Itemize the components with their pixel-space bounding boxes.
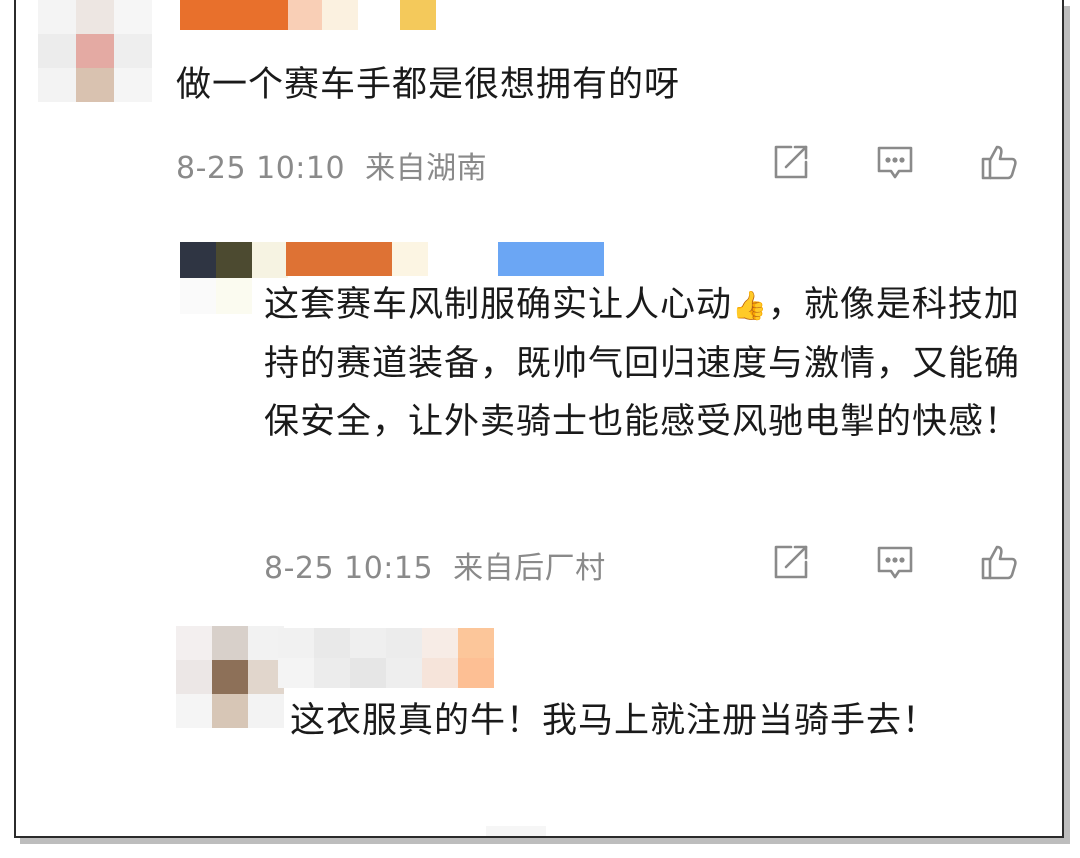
avatar[interactable] — [38, 0, 152, 102]
username[interactable] — [286, 242, 604, 276]
comment-actions — [770, 541, 1020, 583]
comment-meta: 8-25 10:10 来自湖南 — [176, 143, 487, 187]
avatar[interactable] — [176, 626, 284, 728]
like-button[interactable] — [978, 141, 1020, 183]
share-button[interactable] — [770, 541, 812, 583]
comment-location: 来自湖南 — [365, 151, 488, 186]
comment-text: 这套赛车风制服确实让人心动👍，就像是科技加持的赛道装备，既帅气回归速度与激情，又… — [264, 276, 1044, 451]
thumbs-up-icon — [981, 145, 1017, 180]
comment-actions — [770, 141, 1020, 183]
comment-time: 8-25 10:15 — [264, 551, 434, 586]
comment-list: 做一个赛车手都是很想拥有的呀 8-25 10:10 来自湖南 这套赛车风制服确实… — [14, 0, 1064, 838]
clipped-meta — [486, 826, 546, 836]
share-icon — [774, 545, 808, 579]
like-button[interactable] — [978, 541, 1020, 583]
comment-location: 来自后厂村 — [453, 551, 606, 586]
share-button[interactable] — [770, 141, 812, 183]
thumbs-up-emoji: 👍 — [732, 289, 768, 322]
username[interactable] — [278, 628, 494, 688]
comment-text: 这衣服真的牛！我马上就注册当骑手去！ — [290, 701, 939, 741]
username[interactable] — [180, 0, 436, 30]
reply-button[interactable] — [874, 141, 916, 183]
comment-icon — [877, 546, 913, 579]
comment-icon — [877, 146, 913, 179]
share-icon — [774, 145, 808, 179]
comment-time: 8-25 10:10 — [176, 151, 346, 186]
comment-text: 做一个赛车手都是很想拥有的呀 — [176, 65, 681, 105]
thumbs-up-icon — [981, 545, 1017, 580]
reply-button[interactable] — [874, 541, 916, 583]
comment-meta: 8-25 10:15 来自后厂村 — [264, 543, 606, 587]
